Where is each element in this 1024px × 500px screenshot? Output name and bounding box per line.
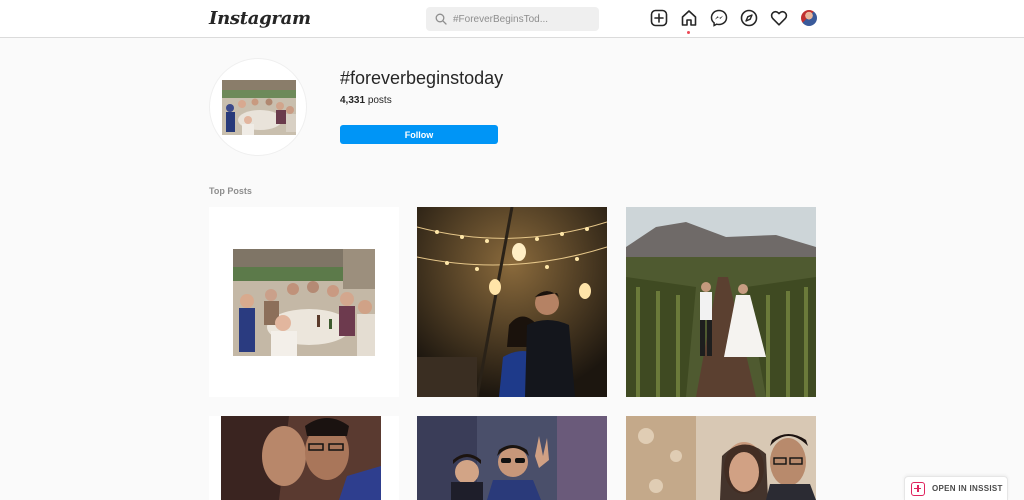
messenger-button[interactable] [710,9,728,27]
inssist-icon [911,481,925,496]
cover-photo [222,80,296,135]
activity-button[interactable] [770,9,788,27]
post-image-couple-peace-sign [417,416,607,500]
open-in-inssist-label: OPEN IN INSSIST [932,484,1003,493]
hashtag-title: #foreverbeginstoday [340,68,504,88]
post-image-couple-smiling [626,416,816,500]
open-in-inssist-button[interactable]: OPEN IN INSSIST [904,476,1008,500]
avatar[interactable] [801,10,817,26]
post-image-couple-lights [417,207,607,397]
post-image-vineyard-wedding [626,207,816,397]
messenger-icon [710,9,728,27]
instagram-logo[interactable]: Instagram [209,8,311,29]
search-box[interactable] [426,7,599,31]
post-thumbnail[interactable] [626,207,816,397]
post-thumbnail[interactable] [626,416,816,500]
home-icon [681,10,697,26]
post-image-couple-closeup [209,416,399,500]
posts-count-label: posts [367,95,392,106]
home-button[interactable] [680,9,698,27]
new-post-button[interactable] [650,9,668,27]
post-thumbnail[interactable] [417,207,607,397]
plus-square-icon [650,9,668,27]
follow-button[interactable]: Follow [340,125,498,144]
top-navigation-bar: Instagram [0,0,1024,38]
posts-count-number: 4,331 [340,95,366,106]
post-thumbnail[interactable] [209,207,399,397]
post-thumbnail[interactable] [417,416,607,500]
home-notification-dot [687,31,690,34]
explore-button[interactable] [740,9,758,27]
hashtag-cover-image [209,58,307,156]
post-thumbnail[interactable] [209,416,399,500]
compass-icon [740,9,758,27]
search-input[interactable] [453,13,593,25]
top-posts-label: Top Posts [209,186,252,196]
posts-count: 4,331 posts [340,95,392,106]
post-image-dinner-party [209,207,399,397]
heart-icon [770,10,788,26]
search-icon [435,13,447,25]
